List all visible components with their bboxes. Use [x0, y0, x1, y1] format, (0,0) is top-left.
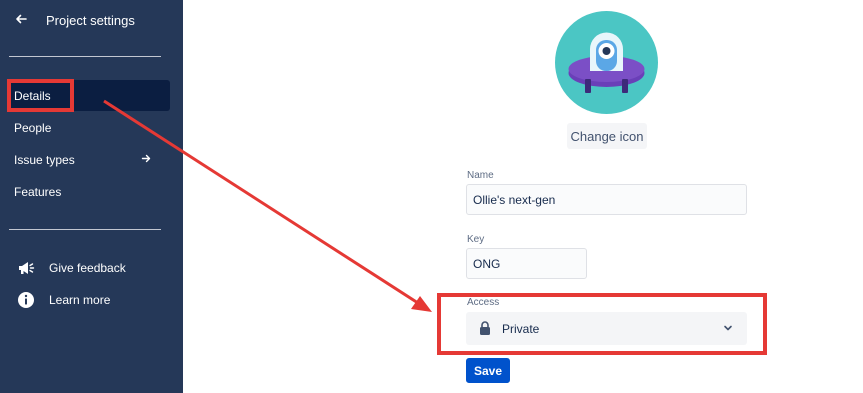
change-icon-button[interactable]: Change icon [567, 123, 647, 149]
arrow-left-icon [16, 14, 27, 24]
sidebar-item-people[interactable]: People [7, 112, 170, 143]
sidebar: Project settings Details People Issue ty… [0, 0, 183, 393]
sidebar-item-details[interactable]: Details [7, 80, 170, 111]
key-input[interactable] [466, 248, 587, 279]
give-feedback-link[interactable]: Give feedback [0, 254, 183, 282]
lock-icon [480, 321, 490, 335]
sidebar-divider [9, 229, 161, 230]
save-button[interactable]: Save [466, 358, 510, 383]
learn-more-link[interactable]: Learn more [0, 286, 183, 314]
sidebar-divider [9, 56, 161, 57]
access-select[interactable]: Private [466, 312, 747, 345]
key-field-label: Key [467, 234, 485, 245]
sidebar-item-label: People [14, 121, 52, 135]
sidebar-title: Project settings [46, 13, 135, 28]
chevron-down-icon [724, 325, 732, 331]
info-icon [18, 292, 34, 308]
access-selected-value: Private [502, 322, 540, 336]
arrow-right-icon [141, 154, 151, 163]
learn-more-label: Learn more [49, 293, 111, 307]
access-field-label: Access [467, 297, 500, 308]
megaphone-icon [19, 262, 35, 274]
sidebar-item-features[interactable]: Features [7, 176, 170, 207]
sidebar-item-label: Details [14, 89, 51, 103]
name-field-label: Name [467, 170, 494, 181]
back-to-project-link[interactable]: Project settings [0, 0, 183, 40]
sidebar-item-label: Issue types [14, 153, 75, 167]
project-avatar [555, 11, 658, 114]
sidebar-item-issue-types[interactable]: Issue types [7, 144, 170, 175]
give-feedback-label: Give feedback [49, 261, 126, 275]
name-input[interactable] [466, 184, 747, 215]
sidebar-item-label: Features [14, 185, 62, 199]
